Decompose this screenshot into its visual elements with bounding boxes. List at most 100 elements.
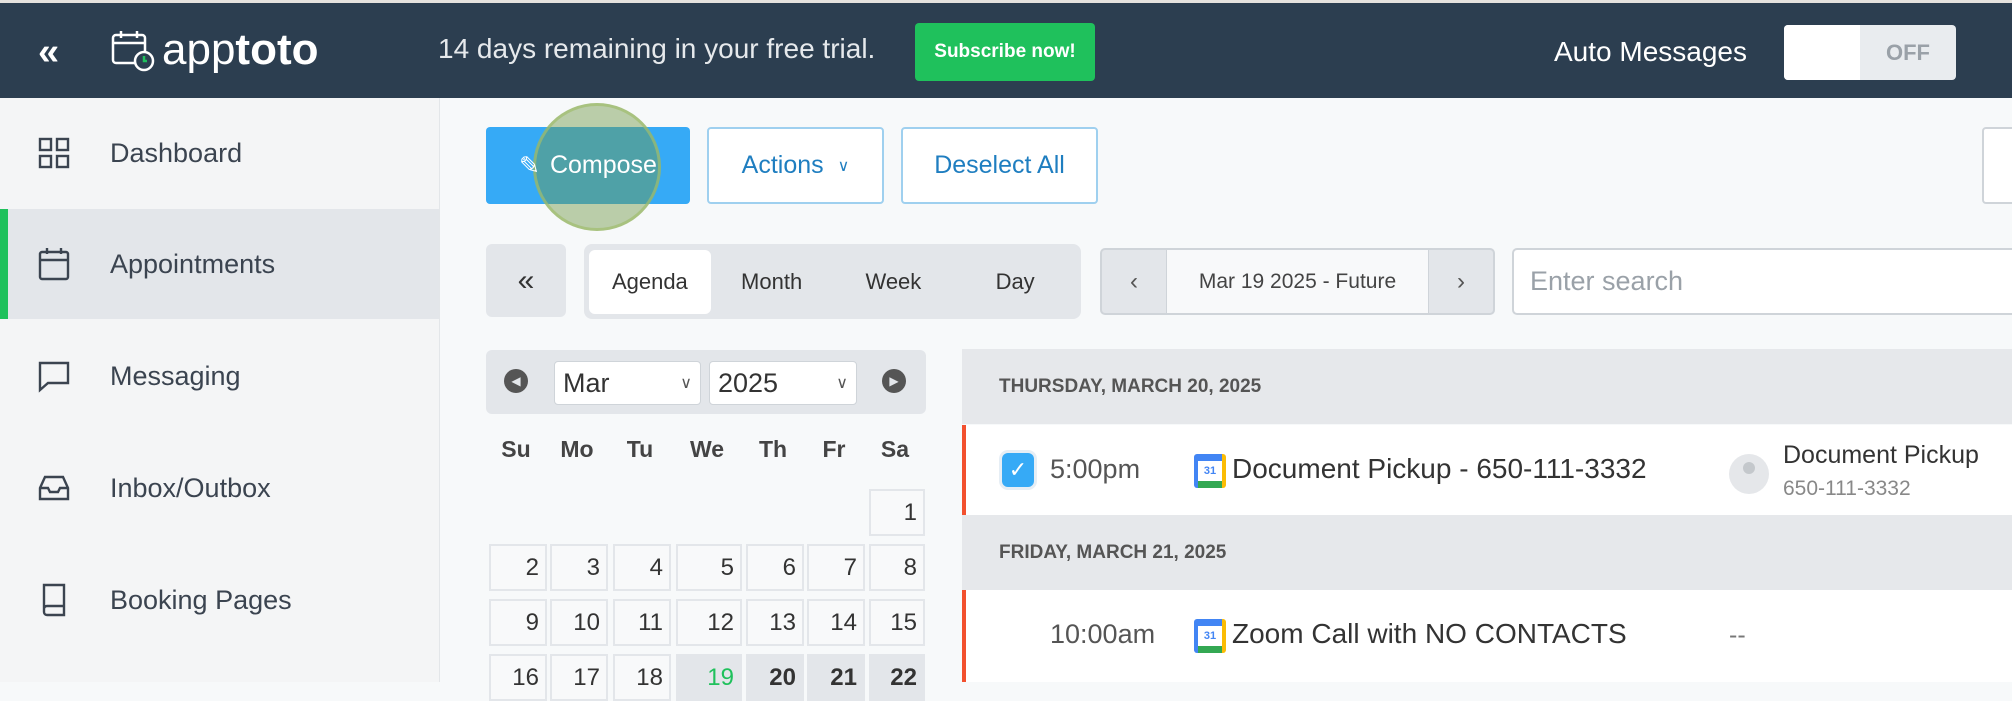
calendar-day[interactable]: 3: [550, 544, 608, 591]
event-time: 10:00am: [1050, 619, 1156, 649]
calendar-day[interactable]: 14: [807, 599, 865, 646]
calendar-day[interactable]: 18: [613, 654, 671, 701]
mini-calendar-header: ◀ Mar ∨ 2025 ∨ ▶: [486, 350, 926, 414]
weekday-label: We: [689, 436, 725, 462]
inbox-icon: [38, 475, 70, 501]
date-range-nav: ‹ Mar 19 2025 - Future ›: [1100, 248, 1495, 315]
event-checkbox[interactable]: ✓: [1002, 453, 1034, 487]
trial-notice: 14 days remaining in your free trial.: [438, 33, 876, 64]
prev-month-icon[interactable]: ◀: [504, 369, 528, 393]
contact-phone: 650-111-3332: [1783, 477, 1911, 500]
calendar-day[interactable]: 12: [676, 599, 742, 646]
top-header: « apptoto 14 days remaining in your free…: [0, 0, 2012, 98]
year-select[interactable]: 2025 ∨: [709, 361, 857, 405]
apptoto-logo[interactable]: apptoto: [110, 25, 318, 75]
sidebar: Dashboard Appointments Messaging Inbox/O…: [0, 98, 440, 682]
google-calendar-icon: 31: [1194, 619, 1226, 653]
sidebar-item-label: Booking Pages: [110, 584, 292, 615]
calendar-day[interactable]: 16: [489, 654, 547, 701]
tab-month[interactable]: Month: [711, 250, 833, 314]
collapse-sidebar-icon[interactable]: «: [38, 31, 59, 74]
search-input[interactable]: [1512, 248, 2012, 315]
sidebar-item-booking-pages[interactable]: Booking Pages: [0, 545, 439, 655]
toggle-state: OFF: [1886, 39, 1930, 65]
weekday-label: Fr: [822, 436, 846, 462]
calendar-clock-icon: [111, 31, 155, 72]
event-title[interactable]: Zoom Call with NO CONTACTS: [1232, 618, 1627, 650]
prev-range-button[interactable]: ‹: [1102, 250, 1166, 313]
contact-name[interactable]: Document Pickup: [1783, 441, 1979, 470]
weekday-label: Th: [758, 436, 788, 462]
calendar-day[interactable]: 5: [676, 544, 742, 591]
subscribe-button[interactable]: Subscribe now!: [915, 23, 1095, 81]
sidebar-item-label: Dashboard: [110, 137, 243, 168]
calendar-day[interactable]: 17: [550, 654, 608, 701]
calendar-day[interactable]: 8: [869, 544, 925, 591]
calendar-day[interactable]: 1: [869, 489, 925, 536]
deselect-all-button[interactable]: Deselect All: [901, 127, 1098, 204]
calendar-day[interactable]: 15: [869, 599, 925, 646]
auto-messages-label: Auto Messages: [1554, 36, 1747, 67]
sidebar-item-messaging[interactable]: Messaging: [0, 321, 439, 431]
next-range-button[interactable]: ›: [1429, 250, 1493, 313]
google-calendar-icon: 31: [1194, 454, 1226, 488]
calendar-icon: [38, 248, 70, 281]
weekday-label: Sa: [880, 436, 910, 462]
sidebar-item-label: Messaging: [110, 360, 241, 391]
compose-label: Compose: [549, 151, 657, 179]
event-time: 5:00pm: [1050, 454, 1141, 484]
actions-label: Actions: [741, 151, 824, 179]
next-month-icon[interactable]: ▶: [882, 369, 906, 393]
calendar-day[interactable]: 6: [746, 544, 804, 591]
calendar-day[interactable]: 2: [489, 544, 547, 591]
offscreen-button[interactable]: [1982, 127, 2012, 204]
month-select[interactable]: Mar ∨: [554, 361, 701, 405]
calendar-day[interactable]: 4: [613, 544, 671, 591]
auto-messages-toggle[interactable]: OFF: [1784, 25, 1956, 80]
compose-button[interactable]: ✎ Compose: [486, 127, 690, 204]
avatar: [1729, 454, 1769, 494]
chevron-down-icon: ∨: [837, 157, 850, 175]
month-value: Mar: [563, 367, 610, 398]
calendar-day[interactable]: 10: [550, 599, 608, 646]
weekday-label: Tu: [626, 436, 654, 462]
chevron-down-icon: ∨: [836, 375, 848, 392]
event-title[interactable]: Document Pickup - 650-111-3332: [1232, 453, 1647, 485]
book-icon: [42, 583, 66, 617]
calendar-day[interactable]: 11: [613, 599, 671, 646]
grid-icon: [38, 137, 70, 169]
tab-agenda[interactable]: Agenda: [589, 249, 711, 314]
calendar-day[interactable]: 21: [807, 654, 865, 701]
agenda-event-row[interactable]: 10:00am 31 Zoom Call with NO CONTACTS --: [962, 590, 2012, 682]
date-range-label[interactable]: Mar 19 2025 - Future: [1166, 250, 1429, 313]
pencil-icon: ✎: [519, 151, 540, 180]
brand-suffix: toto: [235, 25, 319, 74]
weekday-label: Su: [501, 436, 531, 462]
calendar-day[interactable]: 20: [746, 654, 804, 701]
calendar-day[interactable]: 22: [869, 654, 925, 701]
agenda-date-header: THURSDAY, MARCH 20, 2025: [962, 349, 2012, 424]
collapse-calendar-button[interactable]: «: [486, 244, 566, 317]
chevron-down-icon: ∨: [680, 375, 692, 392]
calendar-day[interactable]: 7: [807, 544, 865, 591]
year-value: 2025: [718, 367, 779, 398]
sidebar-item-label: Appointments: [110, 248, 276, 279]
tab-day[interactable]: Day: [954, 250, 1076, 314]
tab-week[interactable]: Week: [833, 250, 955, 314]
calendar-day[interactable]: 9: [489, 599, 547, 646]
agenda-date-header: FRIDAY, MARCH 21, 2025: [962, 515, 2012, 590]
sidebar-item-dashboard[interactable]: Dashboard: [0, 98, 439, 208]
actions-dropdown[interactable]: Actions ∨: [707, 127, 884, 204]
sidebar-item-appointments[interactable]: Appointments: [0, 209, 439, 319]
calendar-day[interactable]: 19: [676, 654, 742, 701]
brand-prefix: app: [162, 25, 236, 74]
contact-name: --: [1729, 621, 1746, 649]
weekday-label: Mo: [560, 436, 594, 462]
agenda-event-row[interactable]: ✓ 5:00pm 31 Document Pickup - 650-111-33…: [962, 425, 2012, 515]
calendar-day[interactable]: 13: [746, 599, 804, 646]
sidebar-item-inbox-outbox[interactable]: Inbox/Outbox: [0, 433, 439, 543]
sidebar-item-label: Inbox/Outbox: [110, 472, 271, 503]
chat-icon: [38, 361, 70, 393]
view-switcher: Agenda Month Week Day: [584, 244, 1081, 319]
toggle-knob: [1784, 25, 1860, 80]
